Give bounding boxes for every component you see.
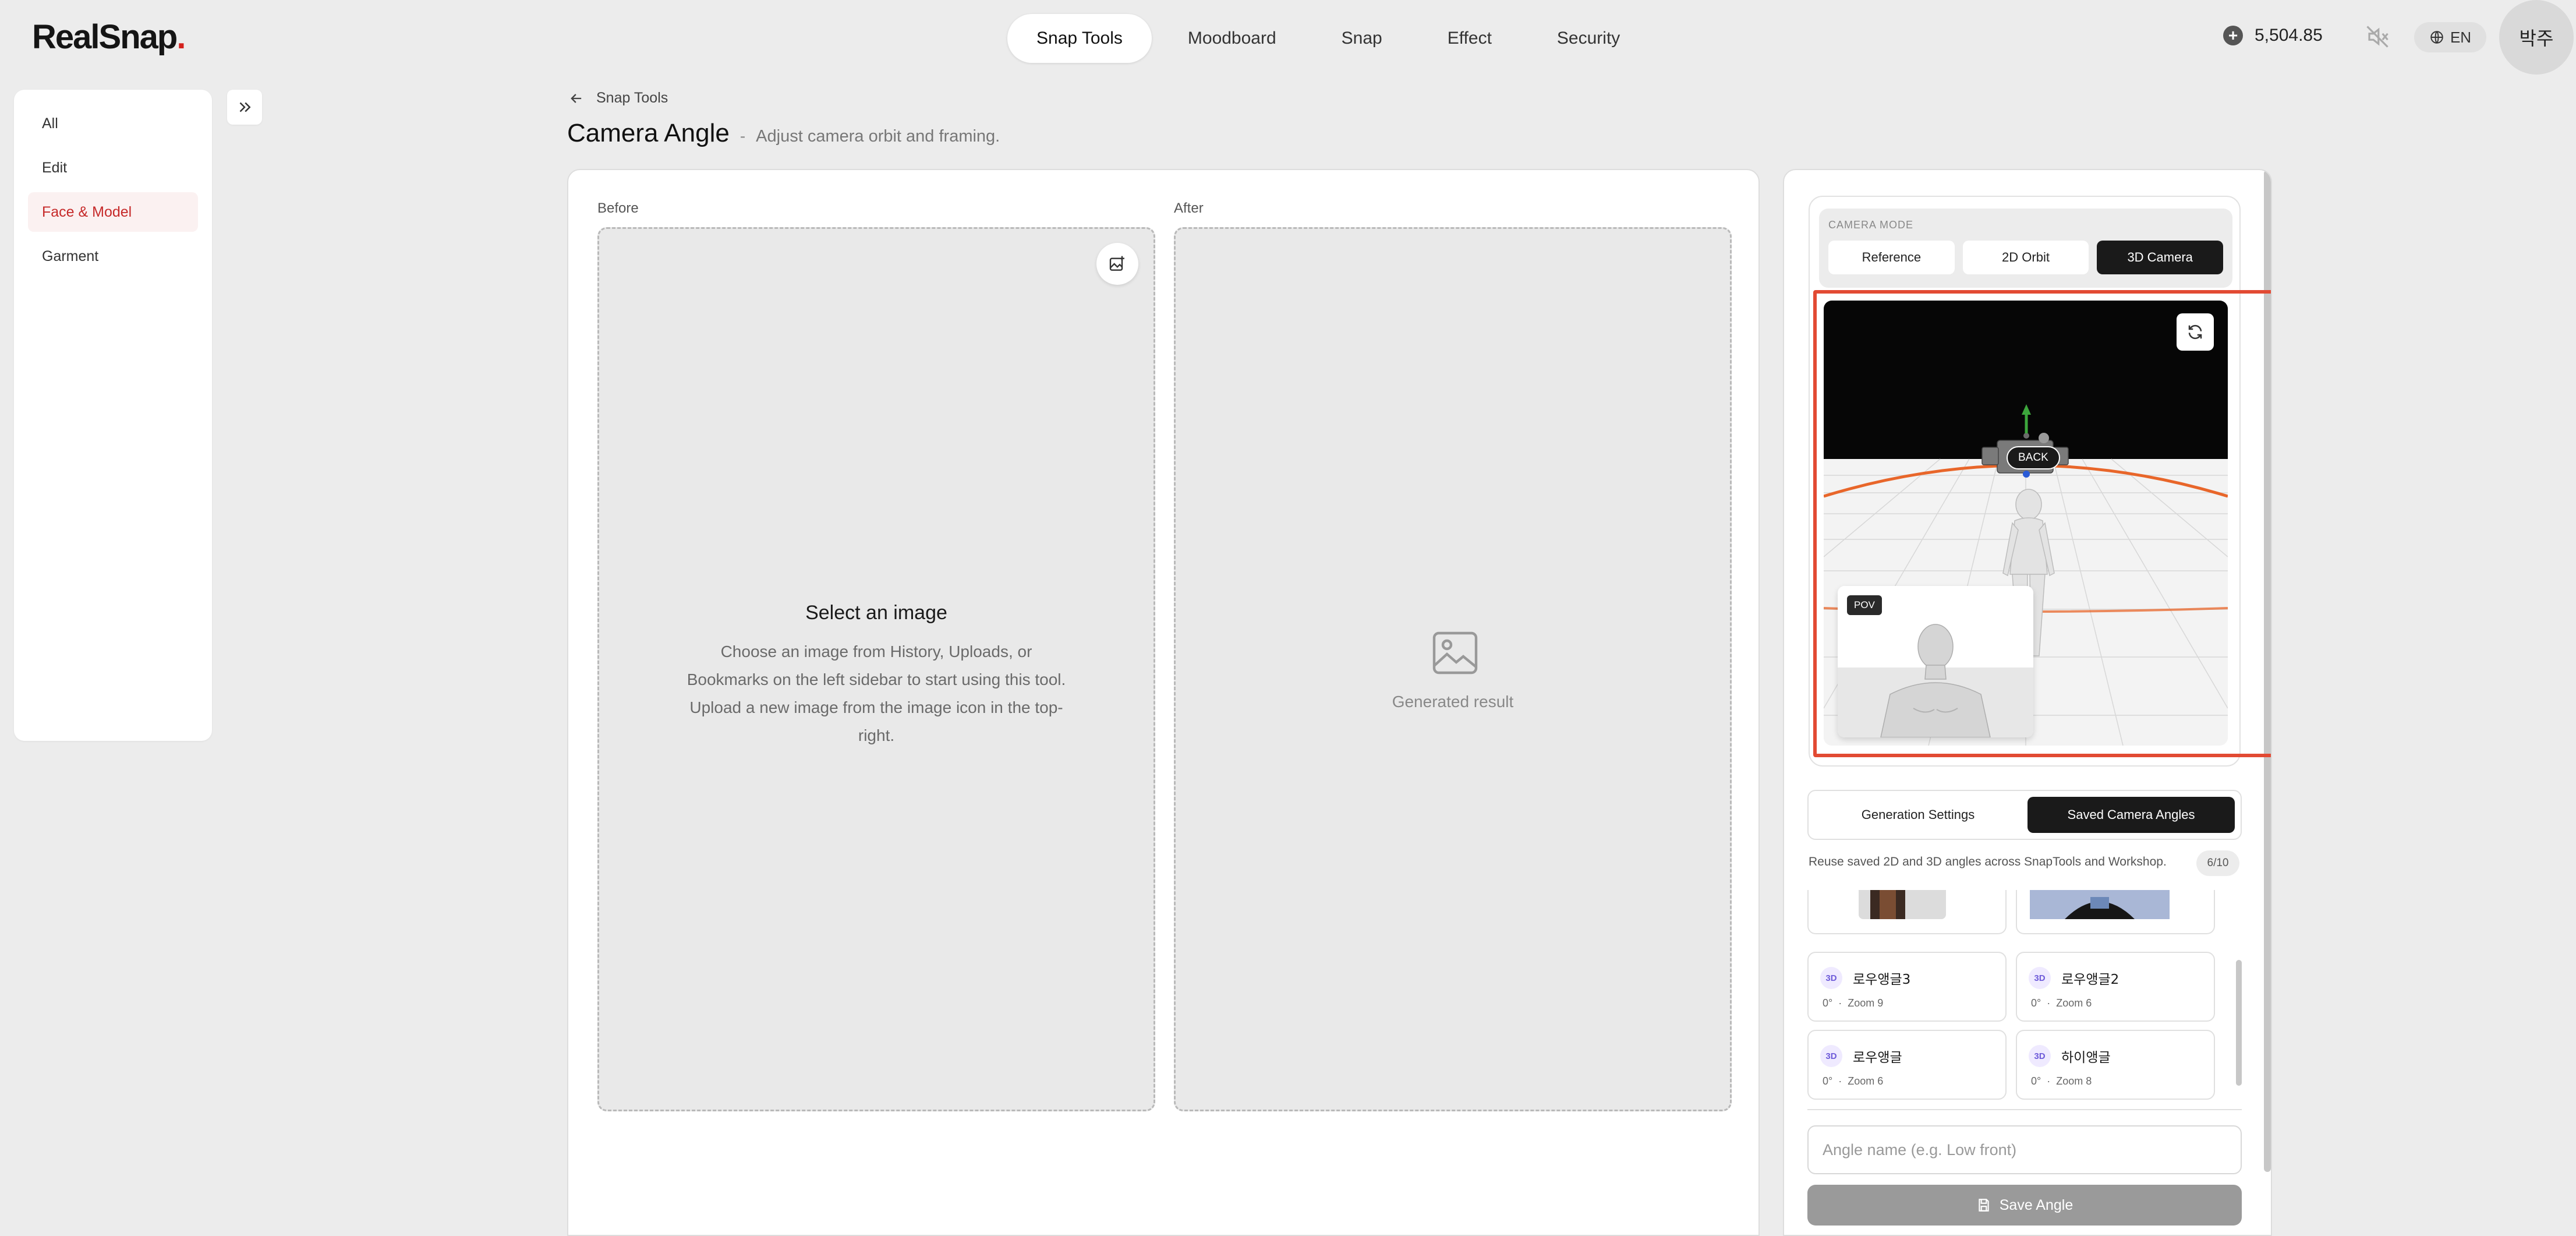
- mode-tab-2d-orbit[interactable]: 2D Orbit: [1962, 241, 2089, 274]
- camera-back-label: BACK: [2007, 446, 2060, 469]
- nav-tab-snap-tools[interactable]: Snap Tools: [1007, 14, 1152, 63]
- angle-meta: 0° · Zoom 8: [2031, 1075, 2092, 1087]
- nav-tab-effect[interactable]: Effect: [1418, 14, 1521, 63]
- refresh-icon: [2188, 324, 2202, 340]
- camera-mode-label: CAMERA MODE: [1828, 219, 1914, 231]
- image-upload-icon: [1109, 256, 1124, 271]
- upload-image-button[interactable]: [1096, 243, 1138, 285]
- angle-name: 로우앵글3: [1853, 972, 1911, 987]
- angle-type-badge: 3D: [1820, 1045, 1842, 1067]
- camera-mode-selector: CAMERA MODE Reference 2D Orbit 3D Camera: [1819, 209, 2232, 288]
- credits-value: 5,504.85: [2255, 26, 2323, 45]
- mode-tab-reference[interactable]: Reference: [1828, 241, 1955, 274]
- nav-tab-snap[interactable]: Snap: [1312, 14, 1411, 63]
- title-row: Camera Angle - Adjust camera orbit and f…: [567, 119, 1000, 148]
- category-sidebar: All Edit Face & Model Garment: [14, 90, 212, 741]
- thumbnail-figure: [2030, 890, 2170, 919]
- brand-logo[interactable]: RealSnap.: [32, 17, 186, 56]
- page-subtitle: Adjust camera orbit and framing.: [756, 127, 1000, 146]
- language-selector[interactable]: EN: [2414, 22, 2486, 52]
- saved-angle-card[interactable]: 3D 로우앵글 0° · Zoom 6: [1807, 1030, 2007, 1100]
- breadcrumb-label: Snap Tools: [596, 90, 668, 106]
- saved-angle-card[interactable]: 3D 하이앵글 0° · Zoom 8: [2016, 1030, 2215, 1100]
- image-placeholder-icon: [1432, 631, 1478, 674]
- mute-icon[interactable]: [2365, 24, 2390, 49]
- nav-tab-moodboard[interactable]: Moodboard: [1159, 14, 1305, 63]
- divider: [1807, 1109, 2242, 1110]
- credits-display[interactable]: + 5,504.85: [2223, 26, 2323, 45]
- saved-angle-card-thumbnail[interactable]: [1807, 890, 2007, 934]
- angle-name: 로우앵글: [1853, 1050, 1902, 1065]
- nav-tab-security[interactable]: Security: [1528, 14, 1649, 63]
- saved-angle-card-thumbnail[interactable]: [2016, 890, 2215, 934]
- generated-result-placeholder: Generated result: [1392, 693, 1514, 711]
- before-image-dropzone[interactable]: Select an image Choose an image from His…: [597, 227, 1155, 1111]
- sidebar-item-face-model[interactable]: Face & Model: [28, 192, 198, 232]
- saved-angles-count: 6/10: [2196, 850, 2239, 876]
- angle-thumbnail: [1859, 890, 1946, 919]
- mode-tab-3d-camera[interactable]: 3D Camera: [2097, 241, 2224, 274]
- angle-meta: 0° · Zoom 9: [1823, 997, 1884, 1009]
- save-angle-label: Save Angle: [1999, 1196, 2073, 1213]
- tab-saved-camera-angles[interactable]: Saved Camera Angles: [2027, 797, 2235, 833]
- save-angle-button[interactable]: Save Angle: [1807, 1185, 2242, 1226]
- angle-meta: 0° · Zoom 6: [1823, 1075, 1884, 1087]
- user-avatar[interactable]: 박주: [2499, 0, 2574, 75]
- angle-name-input[interactable]: [1807, 1125, 2242, 1174]
- settings-panel: CAMERA MODE Reference 2D Orbit 3D Camera: [1783, 169, 2272, 1236]
- saved-angle-card[interactable]: 3D 로우앵글2 0° · Zoom 6: [2016, 952, 2215, 1022]
- angle-meta: 0° · Zoom 6: [2031, 997, 2092, 1009]
- expand-sidebar-button[interactable]: [227, 90, 262, 125]
- angle-thumbnail: [2030, 890, 2170, 919]
- language-label: EN: [2450, 28, 2472, 46]
- pov-label: POV: [1847, 595, 1882, 615]
- after-label: After: [1174, 200, 1204, 216]
- page-title: Camera Angle: [567, 119, 730, 147]
- plus-circle-icon: +: [2223, 26, 2243, 45]
- main-nav: Snap Tools Moodboard Snap Effect Securit…: [1007, 14, 1649, 63]
- 3d-camera-viewport[interactable]: BACK POV: [1824, 301, 2228, 746]
- pov-preview: POV: [1838, 586, 2033, 737]
- title-separator: -: [739, 127, 746, 145]
- breadcrumb[interactable]: Snap Tools: [568, 90, 668, 107]
- angle-type-badge: 3D: [2029, 1045, 2051, 1067]
- save-icon: [1979, 1199, 1989, 1212]
- angle-name: 로우앵글2: [2061, 972, 2119, 987]
- sidebar-item-all[interactable]: All: [28, 104, 198, 143]
- sidebar-item-garment[interactable]: Garment: [28, 236, 198, 276]
- chevrons-right-icon: [239, 102, 251, 112]
- sidebar-item-edit[interactable]: Edit: [28, 148, 198, 188]
- top-bar: RealSnap. Snap Tools Moodboard Snap Effe…: [0, 0, 2576, 75]
- globe-icon: [2430, 31, 2443, 44]
- canvas-panel: Before After Select an image Choose an i…: [567, 169, 1760, 1236]
- angle-type-badge: 3D: [2029, 967, 2051, 989]
- panel-subtabs: Generation Settings Saved Camera Angles: [1807, 790, 2242, 840]
- after-result-area: Generated result: [1174, 227, 1732, 1111]
- saved-angles-description: Reuse saved 2D and 3D angles across Snap…: [1809, 855, 2167, 868]
- angle-type-badge: 3D: [1820, 967, 1842, 989]
- arrow-left-icon: [571, 93, 582, 103]
- saved-angle-card[interactable]: 3D 로우앵글3 0° · Zoom 9: [1807, 952, 2007, 1022]
- before-label: Before: [597, 200, 639, 216]
- tab-generation-settings[interactable]: Generation Settings: [1814, 797, 2022, 833]
- empty-state-title: Select an image: [805, 602, 947, 624]
- empty-state-description: Choose an image from History, Uploads, o…: [687, 642, 1066, 744]
- thumbnail-figure: [1870, 890, 1905, 919]
- saved-list-scrollbar[interactable]: [2236, 960, 2242, 1086]
- reset-camera-button[interactable]: [2177, 313, 2214, 351]
- saved-angles-list[interactable]: 3D 로우앵글3 0° · Zoom 9 3D 로우앵글2 0° · Zoom …: [1807, 890, 2242, 1109]
- angle-name: 하이앵글: [2061, 1050, 2111, 1065]
